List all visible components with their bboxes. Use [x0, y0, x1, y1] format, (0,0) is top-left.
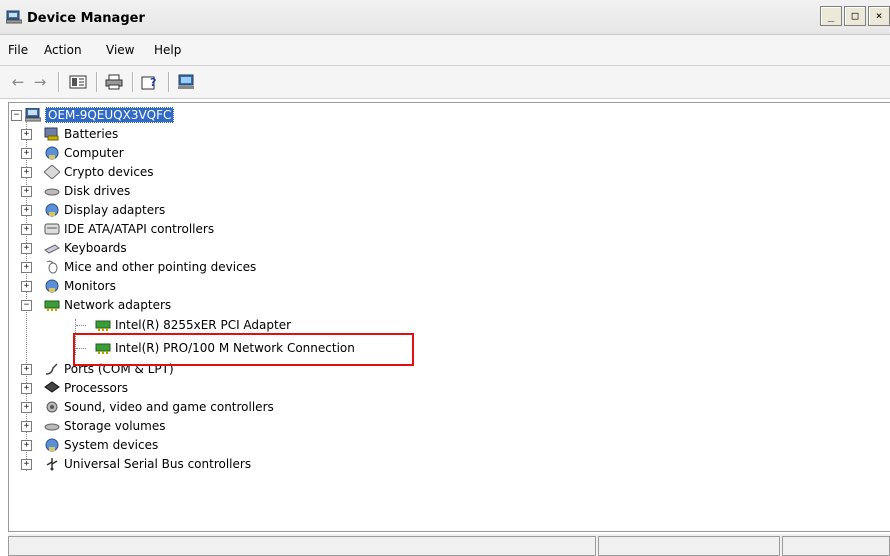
expand-icon[interactable]: +: [21, 147, 32, 159]
menu-file[interactable]: File: [8, 43, 28, 57]
display-adapter-icon: [44, 203, 60, 217]
menu-action[interactable]: Action: [44, 43, 82, 57]
maximize-button[interactable]: □: [844, 6, 866, 26]
tree-item-keyboards[interactable]: + Keyboards: [21, 239, 127, 257]
help-icon[interactable]: ?: [140, 72, 160, 92]
storage-volume-icon: [44, 419, 60, 433]
tree-root-label: OEM-9QEUQX3VQFC: [45, 107, 175, 123]
expand-icon[interactable]: +: [21, 363, 32, 375]
expand-icon[interactable]: +: [21, 401, 32, 413]
tree-item-display-adapters[interactable]: + Display adapters: [21, 201, 165, 219]
status-segment: [782, 536, 890, 556]
window-title: Device Manager: [27, 11, 145, 26]
tree-item-batteries[interactable]: + Batteries: [21, 125, 118, 143]
menu-help[interactable]: Help: [154, 43, 181, 57]
monitor-icon: [44, 279, 60, 293]
tree-item-sound[interactable]: + Sound, video and game controllers: [21, 398, 274, 416]
port-icon: [44, 362, 60, 376]
expand-icon[interactable]: +: [21, 382, 32, 394]
crypto-icon: [44, 165, 60, 179]
expand-icon[interactable]: +: [21, 128, 32, 140]
expand-icon[interactable]: +: [21, 185, 32, 197]
computer-root-icon: [25, 108, 41, 122]
toolbar-separator: [132, 72, 133, 92]
tree-item-mice[interactable]: + Mice and other pointing devices: [21, 258, 256, 276]
toolbar: ← → ?: [0, 66, 890, 99]
disk-drive-icon: [44, 184, 60, 198]
tree-item-crypto-devices[interactable]: + Crypto devices: [21, 163, 154, 181]
network-adapter-icon: [95, 318, 111, 332]
tree-item-computer[interactable]: + Computer: [21, 144, 124, 162]
menu-bar: File Action View Help: [0, 35, 890, 66]
properties-icon[interactable]: [68, 72, 88, 92]
usb-icon: [44, 457, 60, 471]
minimize-button[interactable]: _: [820, 6, 842, 26]
status-segment: [598, 536, 780, 556]
computer-icon: [44, 146, 60, 160]
tree-item-disk-drives[interactable]: + Disk drives: [21, 182, 130, 200]
keyboard-icon: [44, 241, 60, 255]
system-device-icon: [44, 438, 60, 452]
expand-icon[interactable]: +: [21, 280, 32, 292]
expand-icon[interactable]: +: [21, 242, 32, 254]
battery-icon: [44, 127, 60, 141]
status-bar: [8, 534, 890, 556]
expand-icon[interactable]: +: [21, 420, 32, 432]
tree-item-monitors[interactable]: + Monitors: [21, 277, 116, 295]
toolbar-separator: [96, 72, 97, 92]
expand-icon[interactable]: +: [21, 458, 32, 470]
tree-item-network-adapters[interactable]: − Network adapters: [21, 296, 171, 314]
tree-item-ide-controllers[interactable]: + IDE ATA/ATAPI controllers: [21, 220, 214, 238]
processor-icon: [44, 381, 60, 395]
tree-item-storage-volumes[interactable]: + Storage volumes: [21, 417, 165, 435]
highlight-annotation: [73, 333, 414, 366]
expand-icon[interactable]: +: [21, 439, 32, 451]
expand-icon[interactable]: +: [21, 261, 32, 273]
svg-text:?: ?: [150, 76, 156, 89]
network-adapter-icon: [44, 298, 60, 312]
window-controls: _ □ ×: [820, 6, 890, 26]
mouse-icon: [44, 260, 60, 274]
tree-item-usb-controllers[interactable]: + Universal Serial Bus controllers: [21, 455, 251, 473]
tree-item-processors[interactable]: + Processors: [21, 379, 128, 397]
ide-controller-icon: [44, 222, 60, 236]
tree-connector: [76, 325, 86, 326]
expand-icon[interactable]: +: [21, 166, 32, 178]
tree-root[interactable]: − OEM-9QEUQX3VQFC: [11, 106, 175, 124]
back-icon[interactable]: ←: [8, 72, 28, 92]
expand-icon[interactable]: +: [21, 223, 32, 235]
tree-item-system-devices[interactable]: + System devices: [21, 436, 158, 454]
scan-hardware-icon[interactable]: [176, 72, 196, 92]
device-manager-icon: [6, 10, 22, 24]
close-button[interactable]: ×: [868, 6, 890, 26]
collapse-icon[interactable]: −: [21, 299, 32, 311]
status-segment: [8, 536, 596, 556]
device-tree: − OEM-9QEUQX3VQFC + Batteries + Computer…: [8, 102, 890, 532]
toolbar-separator: [168, 72, 169, 92]
toolbar-separator: [58, 72, 59, 92]
print-icon[interactable]: [104, 72, 124, 92]
forward-icon[interactable]: →: [30, 72, 50, 92]
menu-view[interactable]: View: [106, 43, 134, 57]
collapse-icon[interactable]: −: [11, 109, 22, 121]
tree-child-network-adapter[interactable]: Intel(R) 8255xER PCI Adapter: [95, 316, 291, 334]
sound-icon: [44, 400, 60, 414]
title-bar: Device Manager _ □ ×: [0, 0, 890, 35]
expand-icon[interactable]: +: [21, 204, 32, 216]
